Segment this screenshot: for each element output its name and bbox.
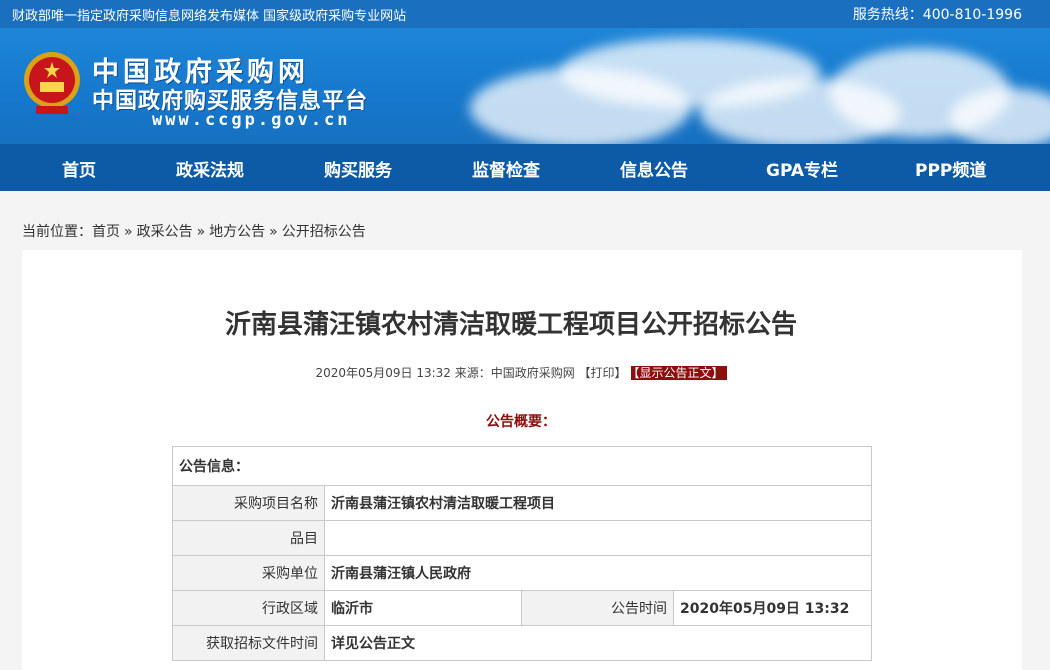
nav-item-supervision[interactable]: 监督检查	[472, 156, 540, 181]
table-label: 行政区域	[172, 590, 325, 626]
breadcrumb-item-home[interactable]: 首页	[92, 224, 120, 240]
table-row: 行政区域 临沂市 公告时间 2020年05月09日 13:32	[172, 590, 872, 626]
table-row: 获取招标文件时间 详见公告正文	[172, 625, 872, 661]
table-value: 沂南县蒲汪镇农村清洁取暖工程项目	[324, 485, 872, 521]
breadcrumb-separator: »	[196, 224, 206, 240]
table-value	[324, 520, 872, 556]
breadcrumb-separator: »	[124, 224, 133, 240]
nav-item-gpa[interactable]: GPA专栏	[766, 156, 838, 181]
table-value: 详见公告正文	[324, 625, 872, 661]
breadcrumb-prefix: 当前位置：	[22, 224, 92, 240]
service-hotline: 服务热线：400-810-1996	[852, 7, 1022, 23]
announcement-info-table: 公告信息： 采购项目名称 沂南县蒲汪镇农村清洁取暖工程项目 品目 采购单位 沂南…	[172, 446, 872, 661]
table-row: 采购单位 沂南县蒲汪镇人民政府	[172, 555, 872, 591]
national-emblem-icon	[24, 52, 80, 114]
table-value: 临沂市	[324, 590, 522, 626]
table-row: 品目	[172, 520, 872, 556]
article-meta: 2020年05月09日 13:32 来源：中国政府采购网 【打印】 【显示公告正文…	[0, 364, 1042, 381]
site-slogan: 财政部唯一指定政府采购信息网络发布媒体 国家级政府采购专业网站	[12, 9, 407, 24]
nav-item-regulations[interactable]: 政采法规	[176, 156, 244, 181]
breadcrumb: 当前位置：首页» 政采公告» 地方公告» 公开招标公告	[22, 221, 366, 241]
summary-heading: 公告概要：	[486, 414, 556, 430]
main-nav: 首页 政采法规 购买服务 监督检查 信息公告 GPA专栏 PPP频道	[0, 144, 1050, 191]
table-value: 2020年05月09日 13:32	[673, 590, 872, 626]
nav-item-ppp[interactable]: PPP频道	[915, 156, 986, 181]
table-label: 采购项目名称	[172, 485, 325, 521]
nav-item-home[interactable]: 首页	[62, 156, 96, 181]
top-strip: 财政部唯一指定政府采购信息网络发布媒体 国家级政府采购专业网站 服务热线：400…	[0, 0, 1050, 28]
table-label: 公告时间	[521, 590, 674, 626]
site-logo-url: www.ccgp.gov.cn	[152, 110, 351, 130]
table-header: 公告信息：	[172, 446, 872, 486]
breadcrumb-separator: »	[269, 224, 278, 240]
table-label: 品目	[172, 520, 325, 556]
article-meta-text: 2020年05月09日 13:32 来源：中国政府采购网 【打印】	[315, 366, 627, 380]
table-value: 沂南县蒲汪镇人民政府	[324, 555, 872, 591]
show-text-button[interactable]: 【显示公告正文】	[630, 366, 727, 380]
table-label: 获取招标文件时间	[172, 625, 325, 661]
nav-item-announcements[interactable]: 信息公告	[620, 156, 688, 181]
table-row: 公告信息：	[172, 446, 872, 486]
table-row: 采购项目名称 沂南县蒲汪镇农村清洁取暖工程项目	[172, 485, 872, 521]
breadcrumb-item-local[interactable]: 地方公告	[209, 224, 265, 240]
page-title: 沂南县蒲汪镇农村清洁取暖工程项目公开招标公告	[224, 310, 797, 340]
header-banner: 中国政府采购网 中国政府购买服务信息平台 www.ccgp.gov.cn	[0, 28, 1050, 144]
nav-item-purchase-services[interactable]: 购买服务	[324, 156, 392, 181]
breadcrumb-item-current[interactable]: 公开招标公告	[282, 224, 366, 240]
table-label: 采购单位	[172, 555, 325, 591]
breadcrumb-item-announcements[interactable]: 政采公告	[137, 224, 193, 240]
